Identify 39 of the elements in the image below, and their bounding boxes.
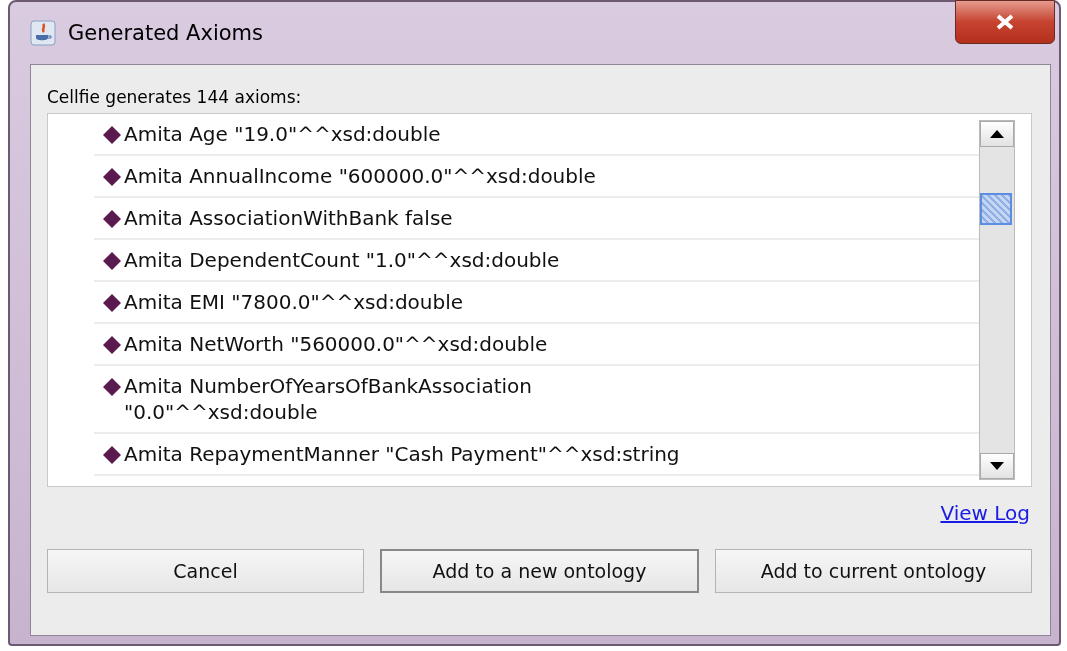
diamond-icon — [102, 445, 122, 465]
axiom-row[interactable]: Amita NetWorth "560000.0"^^xsd:double — [94, 324, 979, 366]
diamond-icon — [102, 209, 122, 229]
axiom-row[interactable]: Amita Age "19.0"^^xsd:double — [94, 114, 979, 156]
dialog-button[interactable]: Add to a new ontology — [380, 549, 699, 593]
scroll-down-button[interactable] — [980, 453, 1014, 479]
axiom-text: Amita RepaymentManner "Cash Payment"^^xsd:string — [124, 441, 680, 467]
axiom-row[interactable]: Amita NumberOfYearsOfBankAssociation "0.0"^^xsd:double — [94, 366, 979, 434]
axiom-row[interactable]: Amita DependentCount "1.0"^^xsd:double — [94, 240, 979, 282]
axiom-text: Amita Age "19.0"^^xsd:double — [124, 121, 442, 147]
axiom-text: Amita DependentCount "1.0"^^xsd:double — [124, 247, 561, 273]
axiom-text: Amita NetWorth "560000.0"^^xsd:double — [124, 331, 549, 357]
close-icon — [994, 13, 1016, 31]
axiom-row[interactable]: Amita AssociationWithBank false — [94, 198, 979, 240]
diamond-icon — [102, 377, 122, 397]
app-icon — [30, 20, 56, 46]
axiom-text: Amita AssociationWithBank false — [124, 205, 454, 231]
dialog-button[interactable]: Add to current ontology — [715, 549, 1032, 593]
axiom-text: Amita AnnualIncome "600000.0"^^xsd:double — [124, 163, 597, 189]
down-arrow-icon — [990, 462, 1004, 470]
axiom-count-label: Cellfie generates 144 axioms: — [47, 87, 303, 107]
axiom-row[interactable]: Amita RepaymentManner "Cash Payment"^^xsd:string — [94, 434, 979, 476]
scroll-thumb[interactable] — [980, 193, 1012, 225]
window-title: Generated Axioms — [68, 21, 263, 45]
diamond-icon — [102, 293, 122, 313]
scrollbar[interactable] — [979, 120, 1015, 480]
axiom-row[interactable]: Amita AnnualIncome "600000.0"^^xsd:double — [94, 156, 979, 198]
diamond-icon — [102, 335, 122, 355]
axiom-text: Amita EMI "7800.0"^^xsd:double — [124, 289, 465, 315]
axiom-text: Amita NumberOfYearsOfBankAssociation "0.0"^^xsd:double — [124, 373, 533, 425]
view-log-link[interactable]: View Log — [940, 501, 1030, 525]
diamond-icon — [102, 251, 122, 271]
diamond-icon — [102, 125, 122, 145]
scroll-up-button[interactable] — [980, 121, 1014, 147]
dialog-button[interactable]: Cancel — [47, 549, 364, 593]
axiom-row[interactable]: Amita EMI "7800.0"^^xsd:double — [94, 282, 979, 324]
diamond-icon — [102, 167, 122, 187]
close-button[interactable] — [955, 0, 1055, 44]
up-arrow-icon — [990, 130, 1004, 138]
